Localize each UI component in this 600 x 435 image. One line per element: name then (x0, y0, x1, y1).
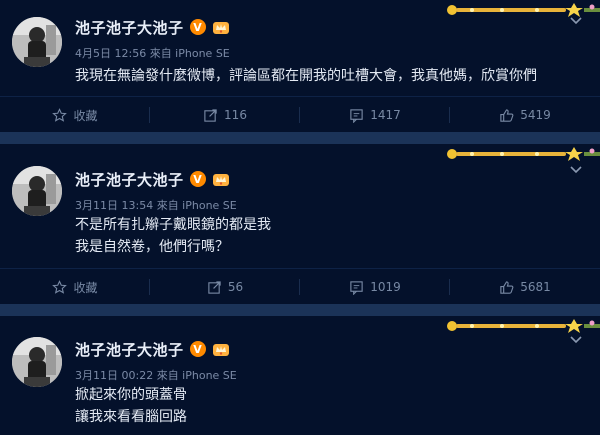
verified-badge: V (189, 19, 206, 35)
comment-button[interactable]: 1019 (300, 269, 450, 305)
verified-badge: V (189, 171, 206, 187)
repost-icon (204, 108, 217, 122)
post-text-line: 讓我來看看腦回路 (75, 409, 187, 425)
crown-badge-icon (212, 174, 229, 186)
weibo-feed: 池子池子大池子 V 4月5日 12:56 來自 iPhone SE 我現在無論發… (0, 0, 600, 435)
comment-icon (350, 108, 363, 123)
post-text: 不是所有扎辮子戴眼鏡的都是我 我是自然卷，他們行嗎？ (75, 214, 580, 258)
post-card: 池子池子大池子 V 3月11日 00:22 來自 iPhone SE 掀起來你的… (0, 316, 600, 435)
comment-icon (350, 280, 363, 295)
author-name[interactable]: 池子池子大池子 (75, 17, 184, 38)
collect-button[interactable]: 收藏 (0, 97, 150, 133)
star-icon (52, 107, 68, 122)
like-count: 5681 (520, 280, 551, 294)
star-icon (52, 279, 68, 294)
crown-badge-icon (212, 22, 229, 34)
post-text: 我現在無論發什麼微博，評論區都在開我的吐槽大會，我真他媽，欣賞你們 (75, 65, 580, 87)
author-name[interactable]: 池子池子大池子 (75, 169, 184, 190)
repost-count: 56 (227, 280, 244, 294)
ornament-decoration (447, 147, 600, 161)
post-meta: 3月11日 13:54 來自 iPhone SE (75, 199, 237, 212)
like-button[interactable]: 5681 (450, 269, 600, 305)
ornament-decoration (447, 319, 600, 333)
chevron-down-icon[interactable] (570, 17, 582, 25)
chevron-down-icon[interactable] (570, 336, 582, 344)
post-text-line: 不是所有扎辮子戴眼鏡的都是我 (75, 217, 271, 233)
action-bar: 收藏 116 1417 5419 (0, 96, 600, 133)
repost-button[interactable]: 56 (150, 269, 300, 305)
post-meta: 3月11日 00:22 來自 iPhone SE (75, 369, 237, 382)
comment-count: 1417 (370, 108, 401, 122)
author-name[interactable]: 池子池子大池子 (75, 339, 184, 360)
repost-icon (208, 280, 221, 294)
post-card: 池子池子大池子 V 4月5日 12:56 來自 iPhone SE 我現在無論發… (0, 0, 600, 132)
comment-button[interactable]: 1417 (300, 97, 450, 133)
author-row: 池子池子大池子 V (75, 17, 230, 37)
thumbs-up-icon (500, 280, 514, 294)
post-text-line: 我現在無論發什麼微博，評論區都在開我的吐槽大會，我真他媽，欣賞你們 (75, 68, 537, 84)
post-text: 掀起來你的頭蓋骨 讓我來看看腦回路 (75, 384, 580, 428)
collect-button[interactable]: 收藏 (0, 269, 150, 305)
repost-button[interactable]: 116 (150, 97, 300, 133)
post-card: 池子池子大池子 V 3月11日 13:54 來自 iPhone SE 不是所有扎… (0, 144, 600, 304)
crown-badge-icon (212, 344, 229, 356)
like-count: 5419 (520, 108, 551, 122)
post-text-line: 掀起來你的頭蓋骨 (75, 387, 187, 403)
author-row: 池子池子大池子 V (75, 339, 230, 359)
author-row: 池子池子大池子 V (75, 169, 230, 189)
like-button[interactable]: 5419 (450, 97, 600, 133)
avatar[interactable] (12, 166, 62, 216)
avatar[interactable] (12, 337, 62, 387)
collect-label: 收藏 (73, 280, 98, 295)
comment-count: 1019 (370, 280, 401, 294)
repost-count: 116 (224, 108, 247, 122)
post-text-line: 我是自然卷，他們行嗎？ (75, 239, 229, 255)
thumbs-up-icon (500, 108, 514, 122)
collect-label: 收藏 (73, 108, 98, 123)
verified-badge: V (189, 341, 206, 357)
avatar[interactable] (12, 17, 62, 67)
action-bar: 收藏 56 1019 5681 (0, 268, 600, 305)
post-separator (0, 304, 600, 316)
post-separator (0, 132, 600, 144)
post-meta: 4月5日 12:56 來自 iPhone SE (75, 47, 230, 60)
chevron-down-icon[interactable] (570, 166, 582, 174)
ornament-decoration (447, 3, 600, 17)
